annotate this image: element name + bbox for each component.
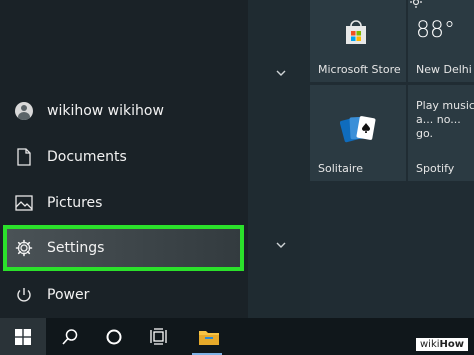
cortana-button[interactable]	[92, 318, 136, 355]
task-view-icon	[150, 327, 167, 345]
sun-icon	[410, 0, 422, 8]
tile-weather[interactable]: 88° New Delhi	[408, 0, 474, 82]
start-menu-item-pictures[interactable]: Pictures	[0, 181, 248, 225]
settings-label: Settings	[47, 240, 105, 256]
cortana-icon	[106, 329, 122, 344]
watermark-logo: wikiHow	[415, 338, 468, 351]
power-label: Power	[47, 287, 90, 303]
pictures-icon	[14, 193, 34, 213]
power-icon	[14, 285, 34, 305]
start-button[interactable]	[0, 318, 46, 355]
spotify-promo-text: Play music a... no... go.	[416, 99, 474, 140]
start-menu-item-power[interactable]: Power	[0, 273, 248, 317]
search-icon	[62, 328, 78, 345]
start-menu-item-user[interactable]: wikihow wikihow	[0, 89, 248, 133]
file-explorer-button[interactable]	[187, 318, 231, 355]
spotify-tile-label: Spotify	[416, 162, 455, 175]
solitaire-tile-label: Solitaire	[318, 162, 363, 175]
tile-solitaire[interactable]: Solitaire	[310, 85, 406, 181]
user-name-label: wikihow wikihow	[47, 103, 164, 119]
tile-spotify[interactable]: Play music a... no... go. Spotify	[408, 85, 474, 181]
cards-icon	[340, 116, 376, 143]
windows-start-icon	[15, 328, 31, 345]
start-menu-group-column	[248, 0, 310, 318]
user-avatar-icon	[14, 101, 34, 121]
start-menu-item-settings[interactable]: Settings	[0, 226, 248, 270]
document-icon	[14, 147, 34, 167]
tile-microsoft-store[interactable]: Microsoft Store	[310, 0, 406, 82]
store-tile-label: Microsoft Store	[318, 63, 401, 76]
search-button[interactable]	[48, 318, 92, 355]
store-bag-icon	[346, 20, 366, 44]
file-explorer-icon	[199, 330, 219, 345]
taskbar	[0, 318, 474, 355]
chevron-down-icon[interactable]	[274, 238, 288, 252]
weather-temperature: 88°	[416, 18, 455, 43]
start-menu-item-documents[interactable]: Documents	[0, 135, 248, 179]
documents-label: Documents	[47, 149, 127, 165]
gear-icon	[14, 238, 34, 258]
pictures-label: Pictures	[47, 195, 103, 211]
chevron-down-icon[interactable]	[274, 66, 288, 80]
weather-city-label: New Delhi	[416, 63, 472, 76]
task-view-button[interactable]	[138, 318, 182, 355]
